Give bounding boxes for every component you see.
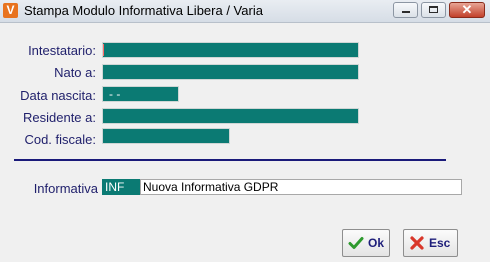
minimize-icon — [402, 11, 410, 13]
window-title: Stampa Modulo Informativa Libera / Varia — [24, 3, 263, 18]
maximize-button[interactable] — [421, 2, 446, 18]
section-divider — [14, 159, 446, 161]
informativa-code-field[interactable]: INF — [102, 179, 140, 195]
nato-a-label: Nato a: — [54, 65, 96, 80]
dialog-window: V Stampa Modulo Informativa Libera / Var… — [0, 0, 490, 262]
ok-button-label: Ok — [368, 236, 385, 250]
close-icon: ✕ — [461, 2, 473, 17]
close-button[interactable]: ✕ — [449, 2, 485, 18]
data-nascita-field[interactable]: - - — [102, 86, 179, 102]
cross-icon — [410, 236, 424, 250]
intestatario-label: Intestatario: — [28, 43, 96, 58]
cod-fiscale-field[interactable] — [102, 128, 230, 144]
minimize-button[interactable] — [393, 2, 418, 18]
esc-button-label: Esc — [429, 236, 451, 250]
data-nascita-label: Data nascita: — [20, 88, 96, 103]
check-icon — [348, 237, 364, 249]
informativa-label: Informativa — [33, 181, 98, 196]
residente-a-label: Residente a: — [23, 110, 96, 125]
nato-a-field[interactable] — [102, 64, 359, 80]
app-icon: V — [3, 3, 18, 18]
text-caret — [103, 44, 104, 56]
informativa-description-field[interactable]: Nuova Informativa GDPR — [140, 179, 462, 195]
maximize-icon — [429, 6, 438, 13]
cod-fiscale-label: Cod. fiscale: — [24, 132, 96, 147]
intestatario-field[interactable] — [102, 42, 359, 58]
title-bar[interactable]: V Stampa Modulo Informativa Libera / Var… — [0, 0, 490, 23]
residente-a-field[interactable] — [102, 108, 359, 124]
esc-button[interactable]: Esc — [403, 229, 458, 257]
ok-button[interactable]: Ok — [342, 229, 390, 257]
